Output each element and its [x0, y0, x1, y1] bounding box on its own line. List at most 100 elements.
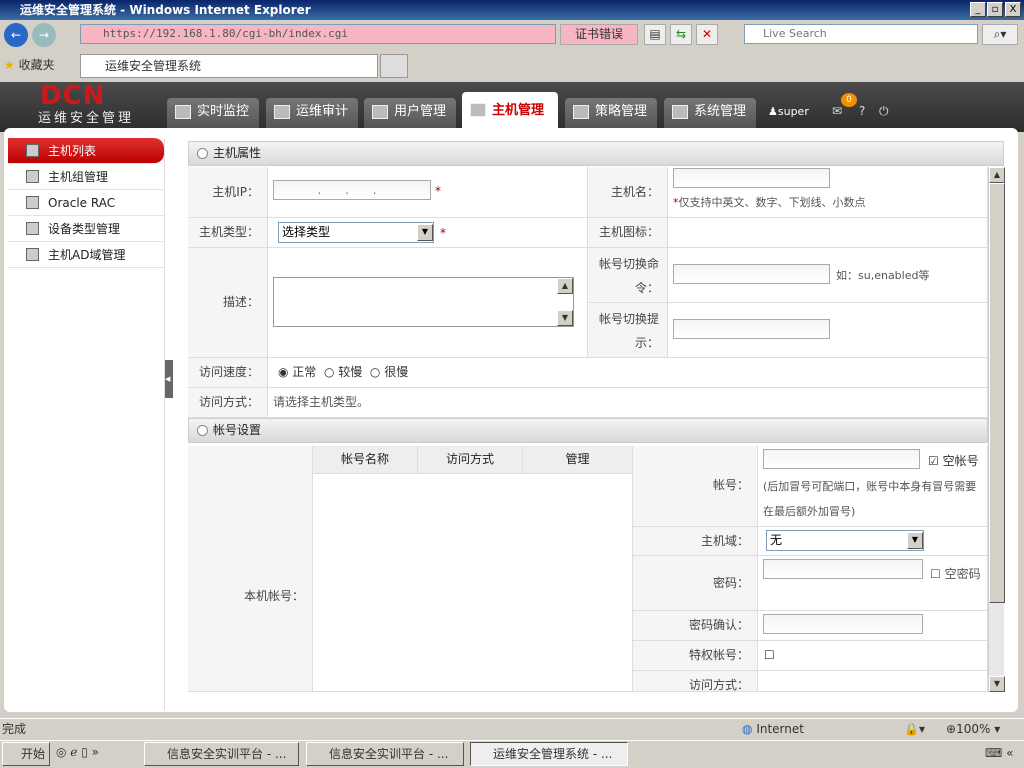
- sidebar-item-device-types[interactable]: 设备类型管理: [8, 216, 164, 242]
- main-scrollbar[interactable]: ▲ ▼: [988, 167, 1005, 692]
- scroll-down-icon[interactable]: ▼: [557, 310, 573, 326]
- empty-password-checkbox[interactable]: ☐ 空密码: [763, 562, 983, 586]
- search-icon[interactable]: ⌕▾: [982, 24, 1018, 45]
- password-cell: ☐ 空密码: [758, 556, 988, 611]
- mail-icon[interactable]: ✉: [832, 104, 842, 118]
- sidebar-item-host-group[interactable]: 主机组管理: [8, 164, 164, 190]
- account-access-label: 访问方式：: [633, 671, 758, 692]
- description-textarea[interactable]: ▲ ▼: [273, 277, 574, 327]
- chevron-down-icon: ▼: [417, 224, 433, 241]
- user-icon: [372, 105, 388, 119]
- sidebar-label: 主机AD域管理: [48, 248, 126, 262]
- sidebar-item-oracle-rac[interactable]: Oracle RAC: [8, 190, 164, 216]
- zoom-level: 100%: [956, 722, 991, 736]
- speed-radio-slow[interactable]: ○ 较慢: [324, 365, 362, 379]
- new-tab-button[interactable]: [380, 54, 408, 78]
- favorites-button[interactable]: ★ 收藏夹: [4, 57, 55, 73]
- confirm-password-label: 密码确认：: [633, 611, 758, 641]
- switch-cmd-cell: 如：su,enabled等: [668, 248, 988, 303]
- speed-radio-very-slow[interactable]: ○ 很慢: [370, 365, 408, 379]
- scrollbar-thumb[interactable]: [989, 183, 1005, 603]
- favorites-label: 收藏夹: [18, 58, 55, 72]
- nav-label: 主机管理: [492, 103, 545, 118]
- host-name-label: 主机名：: [588, 167, 668, 218]
- scroll-up-icon[interactable]: ▲: [557, 278, 573, 294]
- privileged-account-checkbox[interactable]: ☐: [758, 641, 988, 671]
- switch-prompt-label: 帐号切换提示：: [588, 303, 668, 358]
- section-title: 帐号设置: [213, 423, 262, 437]
- host-domain-select[interactable]: 无 ▼: [766, 530, 924, 551]
- description-label: 描述：: [188, 248, 268, 358]
- account-label: 帐号：: [633, 446, 758, 527]
- logout-icon[interactable]: ⏻: [879, 104, 889, 119]
- taskbar-item[interactable]: 信息安全实训平台 - ...: [306, 742, 464, 766]
- zoom-control[interactable]: ⊕100% ▾: [946, 719, 1000, 739]
- stop-icon[interactable]: ✕: [696, 24, 718, 45]
- nav-policy-management[interactable]: 策略管理: [565, 98, 657, 128]
- host-domain-value: 无: [770, 533, 783, 547]
- scroll-up-icon[interactable]: ▲: [989, 167, 1005, 183]
- audit-icon: [274, 105, 290, 119]
- maximize-button[interactable]: ▫: [987, 2, 1003, 17]
- account-input[interactable]: [763, 449, 920, 469]
- browser-tab[interactable]: 运维安全管理系统: [80, 54, 378, 78]
- host-domain-label: 主机域：: [633, 527, 758, 556]
- close-button[interactable]: X: [1005, 2, 1021, 17]
- sidebar-item-ad-domain[interactable]: 主机AD域管理: [8, 242, 164, 268]
- monitor-icon: [175, 105, 191, 119]
- switch-cmd-input[interactable]: [673, 264, 830, 284]
- section-account-settings[interactable]: 帐号设置: [188, 418, 988, 443]
- host-icon-cell: [668, 218, 988, 248]
- user-menu[interactable]: ♟super: [768, 105, 809, 118]
- col-account-name[interactable]: 帐号名称: [313, 446, 418, 473]
- taskbar-item[interactable]: 信息安全实训平台 - ...: [144, 742, 299, 766]
- refresh-icon[interactable]: ⇆: [670, 24, 692, 45]
- sidebar-collapse-handle[interactable]: ◀: [165, 360, 173, 398]
- cert-error-button[interactable]: 证书错误: [560, 24, 638, 45]
- start-button[interactable]: 开始: [2, 742, 50, 766]
- protected-mode-icon[interactable]: 🔒▾: [904, 719, 925, 739]
- help-icon[interactable]: ?: [859, 104, 865, 118]
- taskbar-item-active[interactable]: 运维安全管理系统 - ...: [470, 742, 628, 766]
- host-ip-input[interactable]: . . .: [273, 180, 431, 200]
- host-type-select[interactable]: 选择类型 ▼: [278, 222, 434, 243]
- sidebar-label: 设备类型管理: [48, 222, 121, 236]
- back-icon[interactable]: ←: [4, 23, 28, 47]
- confirm-password-input[interactable]: [763, 614, 923, 634]
- nav-host-management[interactable]: 主机管理: [462, 92, 558, 132]
- empty-account-checkbox[interactable]: ☑ 空帐号: [928, 452, 979, 469]
- nav-user-management[interactable]: 用户管理: [364, 98, 456, 128]
- nav-label: 系统管理: [694, 104, 747, 119]
- section-host-properties[interactable]: 主机属性: [188, 141, 1004, 166]
- search-input[interactable]: Live Search: [744, 24, 978, 44]
- switch-prompt-input[interactable]: [673, 319, 830, 339]
- oracle-icon: [26, 196, 39, 209]
- logo-subtitle: 运维安全管理: [38, 111, 135, 126]
- radio-label: 较慢: [338, 365, 363, 379]
- quicklaunch-icons[interactable]: ◎ ℯ ▯ »: [56, 745, 99, 759]
- sidebar-item-host-list[interactable]: 主机列表: [8, 138, 164, 164]
- zone-indicator: ◍ Internet: [742, 719, 804, 739]
- minimize-button[interactable]: _: [970, 2, 986, 17]
- checkbox-label: 空帐号: [942, 454, 979, 468]
- keyboard-icon[interactable]: ⌨ «: [985, 746, 1013, 760]
- switch-cmd-hint: 如：su,enabled等: [836, 269, 930, 282]
- nav-system-management[interactable]: 系统管理: [664, 98, 756, 128]
- compat-icon[interactable]: ▤: [644, 24, 666, 45]
- nav-audit[interactable]: 运维审计: [266, 98, 358, 128]
- col-access-method[interactable]: 访问方式: [418, 446, 523, 473]
- access-speed-cell: ◉ 正常 ○ 较慢 ○ 很慢: [268, 358, 988, 388]
- col-manage[interactable]: 管理: [523, 446, 632, 473]
- host-name-input[interactable]: [673, 168, 830, 188]
- confirm-password-cell: [758, 611, 988, 641]
- address-bar[interactable]: https://192.168.1.80/cgi-bh/index.cgi: [80, 24, 556, 44]
- expand-icon: [197, 148, 208, 159]
- nav-realtime-monitor[interactable]: 实时监控: [167, 98, 259, 128]
- scroll-down-icon[interactable]: ▼: [989, 676, 1005, 692]
- forward-icon[interactable]: →: [32, 23, 56, 47]
- speed-radio-normal[interactable]: ◉ 正常: [278, 365, 316, 379]
- sidebar-label: 主机组管理: [48, 170, 109, 184]
- nav-label: 策略管理: [595, 104, 648, 119]
- gear-icon: [672, 105, 688, 119]
- zone-label: Internet: [756, 722, 804, 736]
